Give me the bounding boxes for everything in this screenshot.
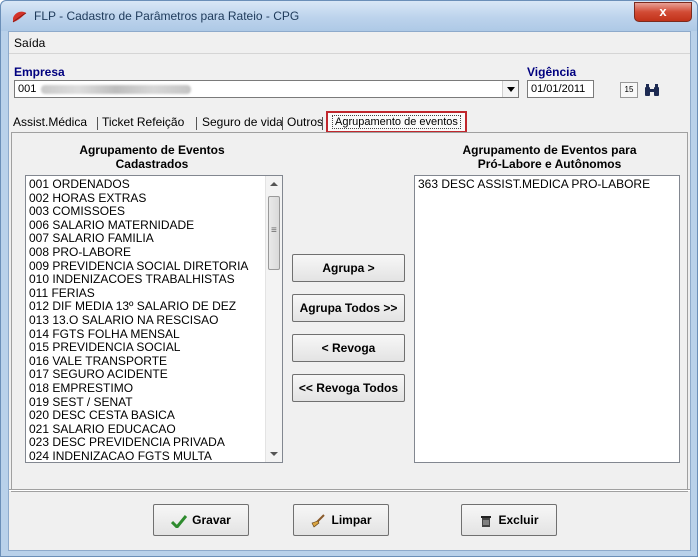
excluir-button[interactable]: Excluir xyxy=(461,504,557,536)
list-item[interactable]: 363 DESC ASSIST.MEDICA PRO-LABORE xyxy=(418,178,650,190)
list-item[interactable]: 001 ORDENADOS xyxy=(29,178,130,190)
gravar-button[interactable]: Gravar xyxy=(153,504,249,536)
checkmark-icon xyxy=(171,514,188,528)
limpar-button[interactable]: Limpar xyxy=(293,504,389,536)
list-item[interactable]: 009 PREVIDENCIA SOCIAL DIRETORIA xyxy=(29,260,248,272)
tab-divider xyxy=(322,117,323,130)
scroll-thumb[interactable] xyxy=(268,196,280,270)
left-list-scrollbar[interactable] xyxy=(265,176,282,462)
list-item[interactable]: 006 SALARIO MATERNIDADE xyxy=(29,219,194,231)
menu-bar: Saída xyxy=(9,32,690,54)
list-item[interactable]: 019 SEST / SENAT xyxy=(29,396,133,408)
list-item[interactable]: 018 EMPRESTIMO xyxy=(29,382,133,394)
empresa-name-redacted xyxy=(41,85,191,94)
left-list-title: Agrupamento de Eventos Cadastrados xyxy=(79,143,225,171)
revoga-todos-button[interactable]: << Revoga Todos xyxy=(292,374,405,402)
list-item[interactable]: 016 VALE TRANSPORTE xyxy=(29,355,167,367)
list-item[interactable]: 020 DESC CESTA BASICA xyxy=(29,409,175,421)
calendar-icon[interactable]: 15 xyxy=(620,82,638,98)
tab-agrupamento-de-eventos[interactable]: Agrupamento de eventos xyxy=(326,111,467,133)
eventos-cadastrados-listbox[interactable]: 024 INDENIZACAO FGTS MULTA 023 DESC PREVI… xyxy=(25,175,283,463)
tab-divider xyxy=(196,117,197,130)
tab-outros[interactable]: Outros xyxy=(287,114,323,132)
vigencia-date-field[interactable]: 01/01/2011 xyxy=(527,80,594,98)
list-item[interactable]: 024 INDENIZACAO FGTS MULTA xyxy=(29,450,212,462)
broom-icon xyxy=(312,514,326,528)
list-item[interactable]: 015 PREVIDENCIA SOCIAL xyxy=(29,341,180,353)
trash-icon xyxy=(481,515,492,527)
window-title: FLP - Cadastro de Parâmetros para Rateio… xyxy=(34,9,300,23)
list-item[interactable]: 021 SALARIO EDUCACAO xyxy=(29,423,176,435)
title-bar: FLP - Cadastro de Parâmetros para Rateio… xyxy=(1,1,697,31)
list-item[interactable]: 023 DESC PREVIDENCIA PRIVADA xyxy=(29,436,225,448)
tab-seguro-de-vida[interactable]: Seguro de vida xyxy=(202,114,283,132)
menu-saida[interactable]: Saída xyxy=(14,36,45,50)
scroll-down-icon[interactable] xyxy=(270,452,278,456)
main-window: FLP - Cadastro de Parâmetros para Rateio… xyxy=(0,0,698,557)
list-item[interactable]: 012 DIF MEDIA 13º SALARIO DE DEZ xyxy=(29,300,236,312)
empresa-combo[interactable]: 001 xyxy=(14,80,519,98)
client-area: Saída Empresa 001 Vigência 01/01/2011 15… xyxy=(8,31,691,551)
scroll-up-icon[interactable] xyxy=(270,182,278,186)
empresa-label: Empresa xyxy=(14,65,65,79)
list-item[interactable]: 007 SALARIO FAMILIA xyxy=(29,232,154,244)
tab-panel: Agrupamento de Eventos Cadastrados Agrup… xyxy=(11,132,688,492)
revoga-button[interactable]: < Revoga xyxy=(292,334,405,362)
list-item[interactable]: 013 13.O SALARIO NA RESCISAO xyxy=(29,314,218,326)
app-logo-icon xyxy=(12,11,27,23)
close-button[interactable]: x xyxy=(634,2,692,22)
eventos-prolabore-listbox[interactable]: 363 DESC ASSIST.MEDICA PRO-LABORE xyxy=(414,175,680,463)
tab-ticket-refeicao[interactable]: Ticket Refeição xyxy=(102,114,184,132)
list-item[interactable]: 014 FGTS FOLHA MENSAL xyxy=(29,328,180,340)
tab-divider xyxy=(97,117,98,130)
list-item[interactable]: 017 SEGURO ACIDENTE xyxy=(29,368,168,380)
binoculars-icon[interactable] xyxy=(643,82,661,98)
right-list-title: Agrupamento de Eventos para Pró-Labore e… xyxy=(462,143,637,171)
empresa-code: 001 xyxy=(18,83,37,95)
vigencia-label: Vigência xyxy=(527,65,577,79)
tab-divider xyxy=(282,117,283,130)
agrupa-todos-button[interactable]: Agrupa Todos >> xyxy=(292,294,405,322)
chevron-down-icon[interactable] xyxy=(502,81,518,97)
agrupa-button[interactable]: Agrupa > xyxy=(292,254,405,282)
footer-divider xyxy=(9,489,690,491)
list-item[interactable]: 011 FERIAS xyxy=(29,287,95,299)
tab-assist-medica[interactable]: Assist.Médica xyxy=(13,114,87,132)
list-item[interactable]: 008 PRO-LABORE xyxy=(29,246,131,258)
list-item[interactable]: 003 COMISSOES xyxy=(29,205,125,217)
list-item[interactable]: 010 INDENIZACOES TRABALHISTAS xyxy=(29,273,235,285)
list-item[interactable]: 002 HORAS EXTRAS xyxy=(29,192,146,204)
